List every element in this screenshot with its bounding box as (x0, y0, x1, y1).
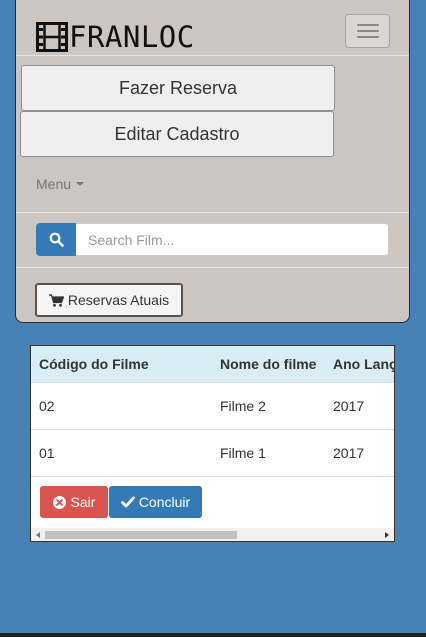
menu-label: Menu (36, 176, 72, 192)
cell-nome: Filme 2 (220, 398, 266, 414)
search-input[interactable] (76, 223, 389, 256)
reservas-atuais-button[interactable]: Reservas Atuais (35, 283, 183, 317)
editar-cadastro-button[interactable]: Editar Cadastro (20, 111, 334, 157)
table-row: 01 Filme 1 2017 (31, 430, 394, 477)
table-header: Código do Filme Nome do filme Ano Lanç (31, 346, 395, 383)
brand[interactable]: FRANLOC (36, 20, 195, 54)
checkmark-icon (120, 496, 135, 508)
header-nome: Nome do filme (220, 356, 317, 372)
divider (16, 55, 409, 56)
cell-codigo: 01 (39, 445, 55, 461)
table-row: 02 Filme 2 2017 (31, 383, 394, 430)
cell-codigo: 02 (39, 398, 55, 414)
film-icon (36, 22, 68, 52)
scroll-left-arrow-icon[interactable] (36, 532, 40, 538)
menu-dropdown[interactable]: Menu (36, 176, 85, 192)
sair-button[interactable]: Sair (40, 486, 108, 518)
scrollbar-thumb[interactable] (45, 531, 237, 539)
concluir-label: Concluir (138, 494, 191, 510)
navbar: FRANLOC Fazer Reserva Editar Cadastro Me… (15, 0, 410, 323)
fazer-reserva-button[interactable]: Fazer Reserva (21, 65, 335, 111)
cell-nome: Filme 1 (220, 445, 266, 461)
reservas-atuais-label: Reservas Atuais (67, 292, 170, 308)
cart-icon (48, 293, 64, 307)
caret-down-icon (76, 182, 85, 186)
search-icon (49, 232, 64, 247)
search-button[interactable] (36, 223, 76, 256)
search-group (36, 223, 389, 256)
brand-name: FRANLOC (69, 20, 195, 54)
divider (16, 267, 409, 268)
header-ano: Ano Lanç (333, 356, 395, 372)
cell-ano: 2017 (333, 445, 365, 461)
bottom-edge (0, 633, 426, 637)
divider (16, 212, 409, 213)
header-codigo: Código do Filme (39, 356, 149, 372)
sair-label: Sair (70, 494, 96, 510)
navbar-toggle-button[interactable] (345, 14, 390, 48)
reservations-table-panel: Código do Filme Nome do filme Ano Lanç 0… (30, 345, 395, 542)
scroll-right-arrow-icon[interactable] (385, 532, 389, 538)
concluir-button[interactable]: Concluir (109, 486, 202, 518)
horizontal-scrollbar[interactable] (31, 528, 394, 541)
circle-x-icon (52, 495, 66, 509)
hamburger-icon (356, 24, 379, 26)
cell-ano: 2017 (333, 398, 365, 414)
